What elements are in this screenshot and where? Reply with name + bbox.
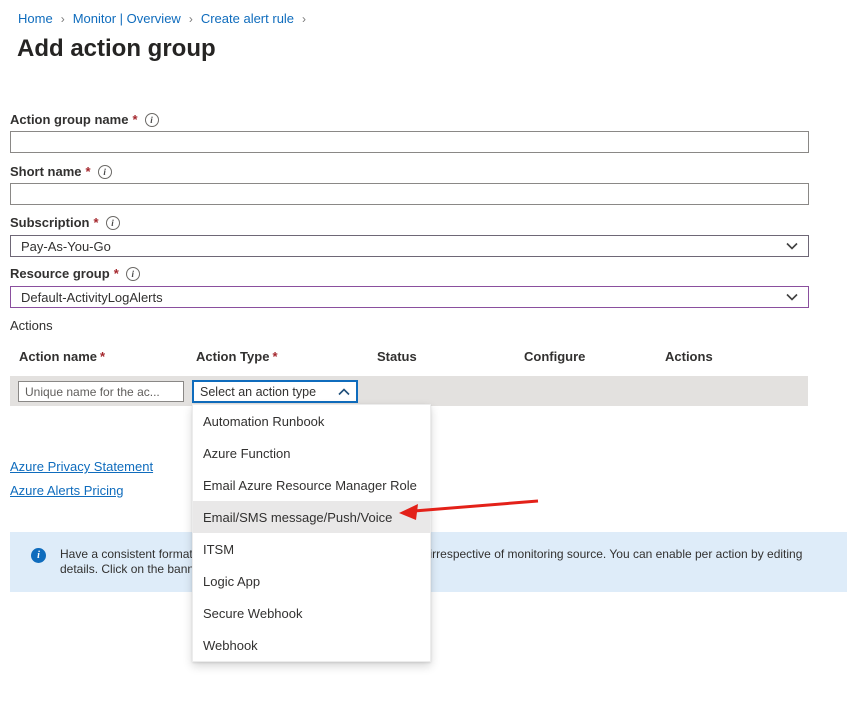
info-icon[interactable]: i: [126, 267, 140, 281]
column-header-action-type: Action Type *: [196, 349, 278, 364]
label-text: Short name: [10, 164, 82, 179]
required-marker: *: [100, 349, 105, 364]
column-header-status: Status: [377, 349, 417, 364]
field-label-short-name: Short name * i: [10, 164, 112, 179]
actions-section-title: Actions: [10, 318, 53, 333]
subscription-selected-value: Pay-As-You-Go: [21, 239, 111, 254]
dropdown-option-azure-function[interactable]: Azure Function: [193, 437, 430, 469]
breadcrumb-create-alert-rule[interactable]: Create alert rule: [201, 11, 294, 26]
label-text: Resource group: [10, 266, 110, 281]
column-header-configure: Configure: [524, 349, 585, 364]
action-type-selected-value: Select an action type: [200, 385, 316, 399]
column-label: Status: [377, 349, 417, 364]
action-name-input[interactable]: [18, 381, 184, 402]
action-group-name-input[interactable]: [10, 131, 809, 153]
required-marker: *: [114, 266, 119, 281]
actions-table-header: Action name * Action Type * Status Confi…: [0, 349, 857, 367]
column-label: Action Type: [196, 349, 269, 364]
column-label: Configure: [524, 349, 585, 364]
column-label: Action name: [19, 349, 97, 364]
chevron-down-icon: [786, 293, 798, 301]
subscription-select[interactable]: Pay-As-You-Go: [10, 235, 809, 257]
action-row: Select an action type: [10, 376, 808, 406]
required-marker: *: [272, 349, 277, 364]
label-text: Subscription: [10, 215, 89, 230]
dropdown-option-secure-webhook[interactable]: Secure Webhook: [193, 597, 430, 629]
breadcrumb-separator-icon: ›: [189, 12, 193, 26]
required-marker: *: [86, 164, 91, 179]
info-icon[interactable]: i: [145, 113, 159, 127]
action-type-select[interactable]: Select an action type: [192, 380, 358, 403]
field-label-resource-group: Resource group * i: [10, 266, 140, 281]
chevron-up-icon: [338, 388, 350, 396]
dropdown-option-email-sms-push-voice[interactable]: Email/SMS message/Push/Voice: [193, 501, 430, 533]
chevron-down-icon: [786, 242, 798, 250]
column-header-action-name: Action name *: [19, 349, 105, 364]
breadcrumb-home[interactable]: Home: [18, 11, 53, 26]
azure-privacy-statement-link[interactable]: Azure Privacy Statement: [10, 459, 153, 474]
dropdown-option-webhook[interactable]: Webhook: [193, 629, 430, 661]
dropdown-option-automation-runbook[interactable]: Automation Runbook: [193, 405, 430, 437]
azure-alerts-pricing-link[interactable]: Azure Alerts Pricing: [10, 483, 123, 498]
breadcrumb-separator-icon: ›: [302, 12, 306, 26]
banner-line-1: Have a consistent format in emails, sms,…: [60, 547, 802, 562]
banner-text: Have a consistent format in emails, sms,…: [60, 547, 802, 577]
info-icon[interactable]: i: [98, 165, 112, 179]
column-header-actions: Actions: [665, 349, 713, 364]
resource-group-selected-value: Default-ActivityLogAlerts: [21, 290, 163, 305]
breadcrumb: Home › Monitor | Overview › Create alert…: [18, 11, 306, 26]
required-marker: *: [132, 112, 137, 127]
breadcrumb-separator-icon: ›: [61, 12, 65, 26]
label-text: Action group name: [10, 112, 128, 127]
info-icon[interactable]: i: [106, 216, 120, 230]
breadcrumb-monitor-overview[interactable]: Monitor | Overview: [73, 11, 181, 26]
dropdown-option-logic-app[interactable]: Logic App: [193, 565, 430, 597]
field-label-subscription: Subscription * i: [10, 215, 120, 230]
page-title: Add action group: [17, 35, 216, 63]
field-label-action-group-name: Action group name * i: [10, 112, 159, 127]
banner-info-icon: i: [31, 548, 46, 563]
banner-line-2: details. Click on the banner to learn mo…: [60, 562, 802, 577]
dropdown-option-itsm[interactable]: ITSM: [193, 533, 430, 565]
dropdown-option-email-azure-resource-manager-role[interactable]: Email Azure Resource Manager Role: [193, 469, 430, 501]
short-name-input[interactable]: [10, 183, 809, 205]
action-type-dropdown: Automation Runbook Azure Function Email …: [192, 404, 431, 662]
column-label: Actions: [665, 349, 713, 364]
resource-group-select[interactable]: Default-ActivityLogAlerts: [10, 286, 809, 308]
required-marker: *: [93, 215, 98, 230]
